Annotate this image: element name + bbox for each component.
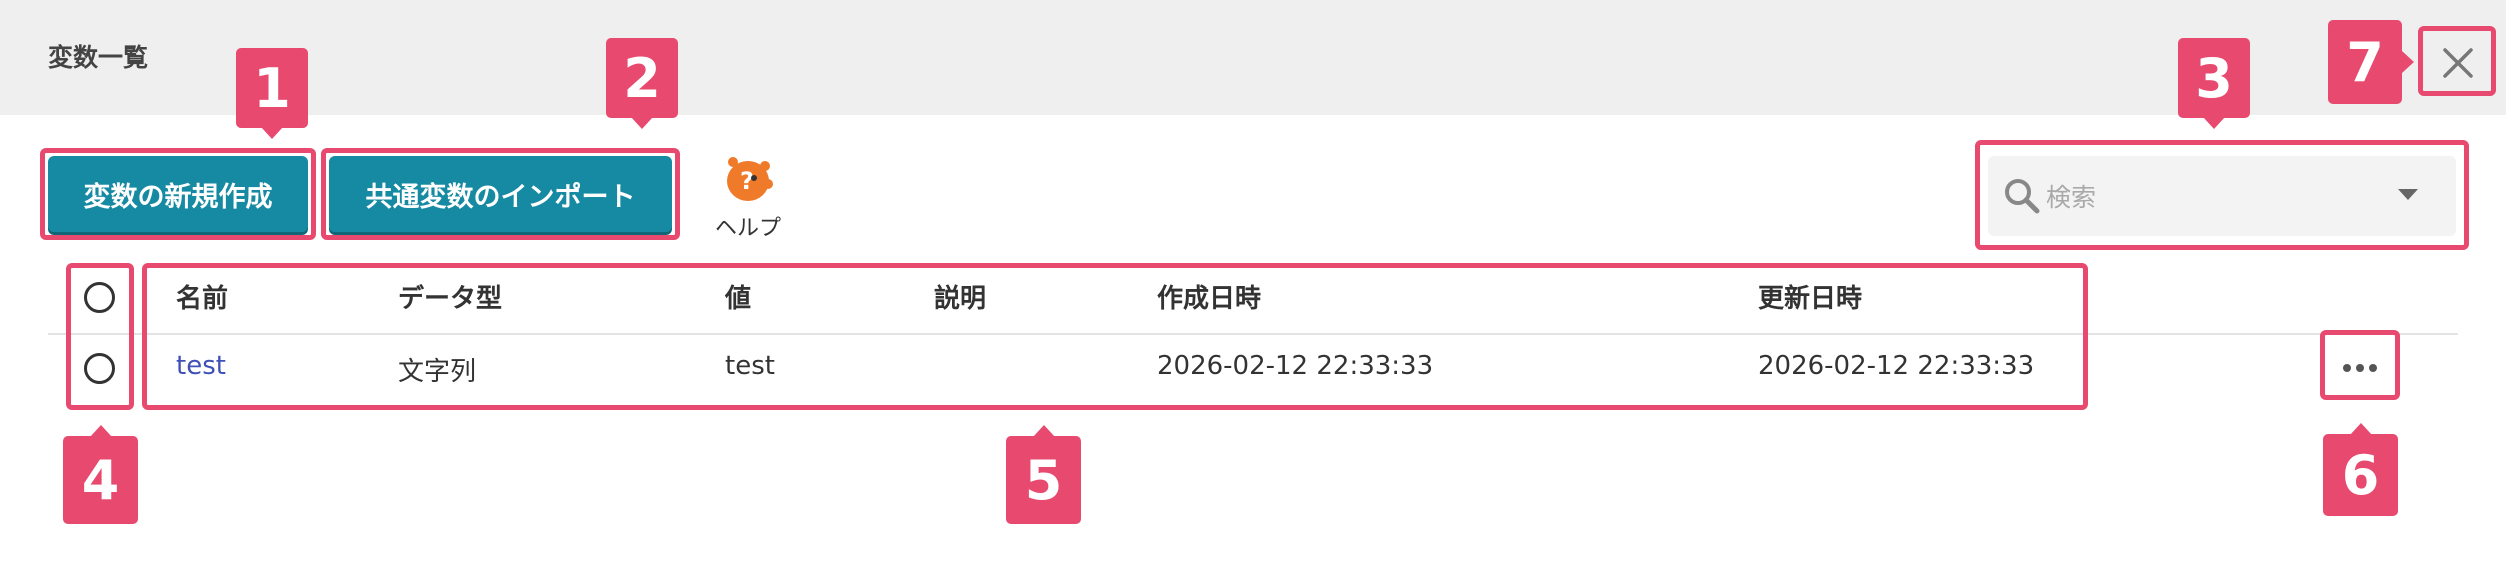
annotation-badge-5: 5	[1006, 425, 1081, 524]
variable-value: test	[725, 351, 775, 381]
variable-list-dialog: 変数一覧 変数の新規作成 共通変数のインポート ? ヘルプ 検索 名前 データ型	[0, 0, 2506, 578]
help-mascot-icon: ?	[727, 157, 773, 201]
search-input[interactable]: 検索	[1988, 156, 2456, 236]
dialog-title: 変数一覧	[48, 43, 149, 72]
import-common-variables-button[interactable]: 共通変数のインポート	[329, 156, 672, 232]
dialog-header: 変数一覧	[0, 0, 2506, 115]
close-icon	[2443, 48, 2473, 78]
select-all-radio[interactable]	[84, 282, 115, 313]
help-label: ヘルプ	[715, 216, 782, 241]
annotation-badge-7: 7	[2328, 20, 2414, 104]
search-icon	[2005, 179, 2040, 214]
variable-name-link[interactable]: test	[176, 351, 226, 381]
row-menu-button[interactable]	[2330, 345, 2390, 391]
column-header-updated-at[interactable]: 更新日時	[1758, 278, 1862, 315]
variable-created-at: 2026-02-12 22:33:33	[1157, 351, 1434, 381]
annotation-badge-1: 1	[236, 48, 308, 139]
caret-down-icon[interactable]	[2398, 189, 2418, 200]
column-header-value[interactable]: 値	[725, 278, 751, 315]
new-variable-button[interactable]: 変数の新規作成	[48, 156, 308, 232]
table-divider	[48, 333, 2458, 335]
column-header-name[interactable]: 名前	[176, 278, 228, 315]
annotation-badge-4: 4	[63, 425, 138, 524]
more-horizontal-icon	[2343, 364, 2377, 372]
annotation-badge-6: 6	[2323, 423, 2398, 516]
variable-updated-at: 2026-02-12 22:33:33	[1758, 351, 2035, 381]
svg-text:?: ?	[740, 167, 754, 195]
row-select-radio[interactable]	[84, 353, 115, 384]
column-header-data-type[interactable]: データ型	[398, 278, 502, 315]
search-placeholder: 検索	[2046, 183, 2097, 212]
column-header-description[interactable]: 説明	[934, 278, 986, 315]
help-button[interactable]: ? ヘルプ	[705, 150, 793, 242]
variable-data-type: 文字列	[398, 357, 477, 387]
close-button[interactable]	[2428, 33, 2488, 93]
column-header-created-at[interactable]: 作成日時	[1157, 278, 1261, 315]
annotation-badge-2: 2	[606, 38, 678, 129]
annotation-badge-3: 3	[2178, 38, 2250, 129]
